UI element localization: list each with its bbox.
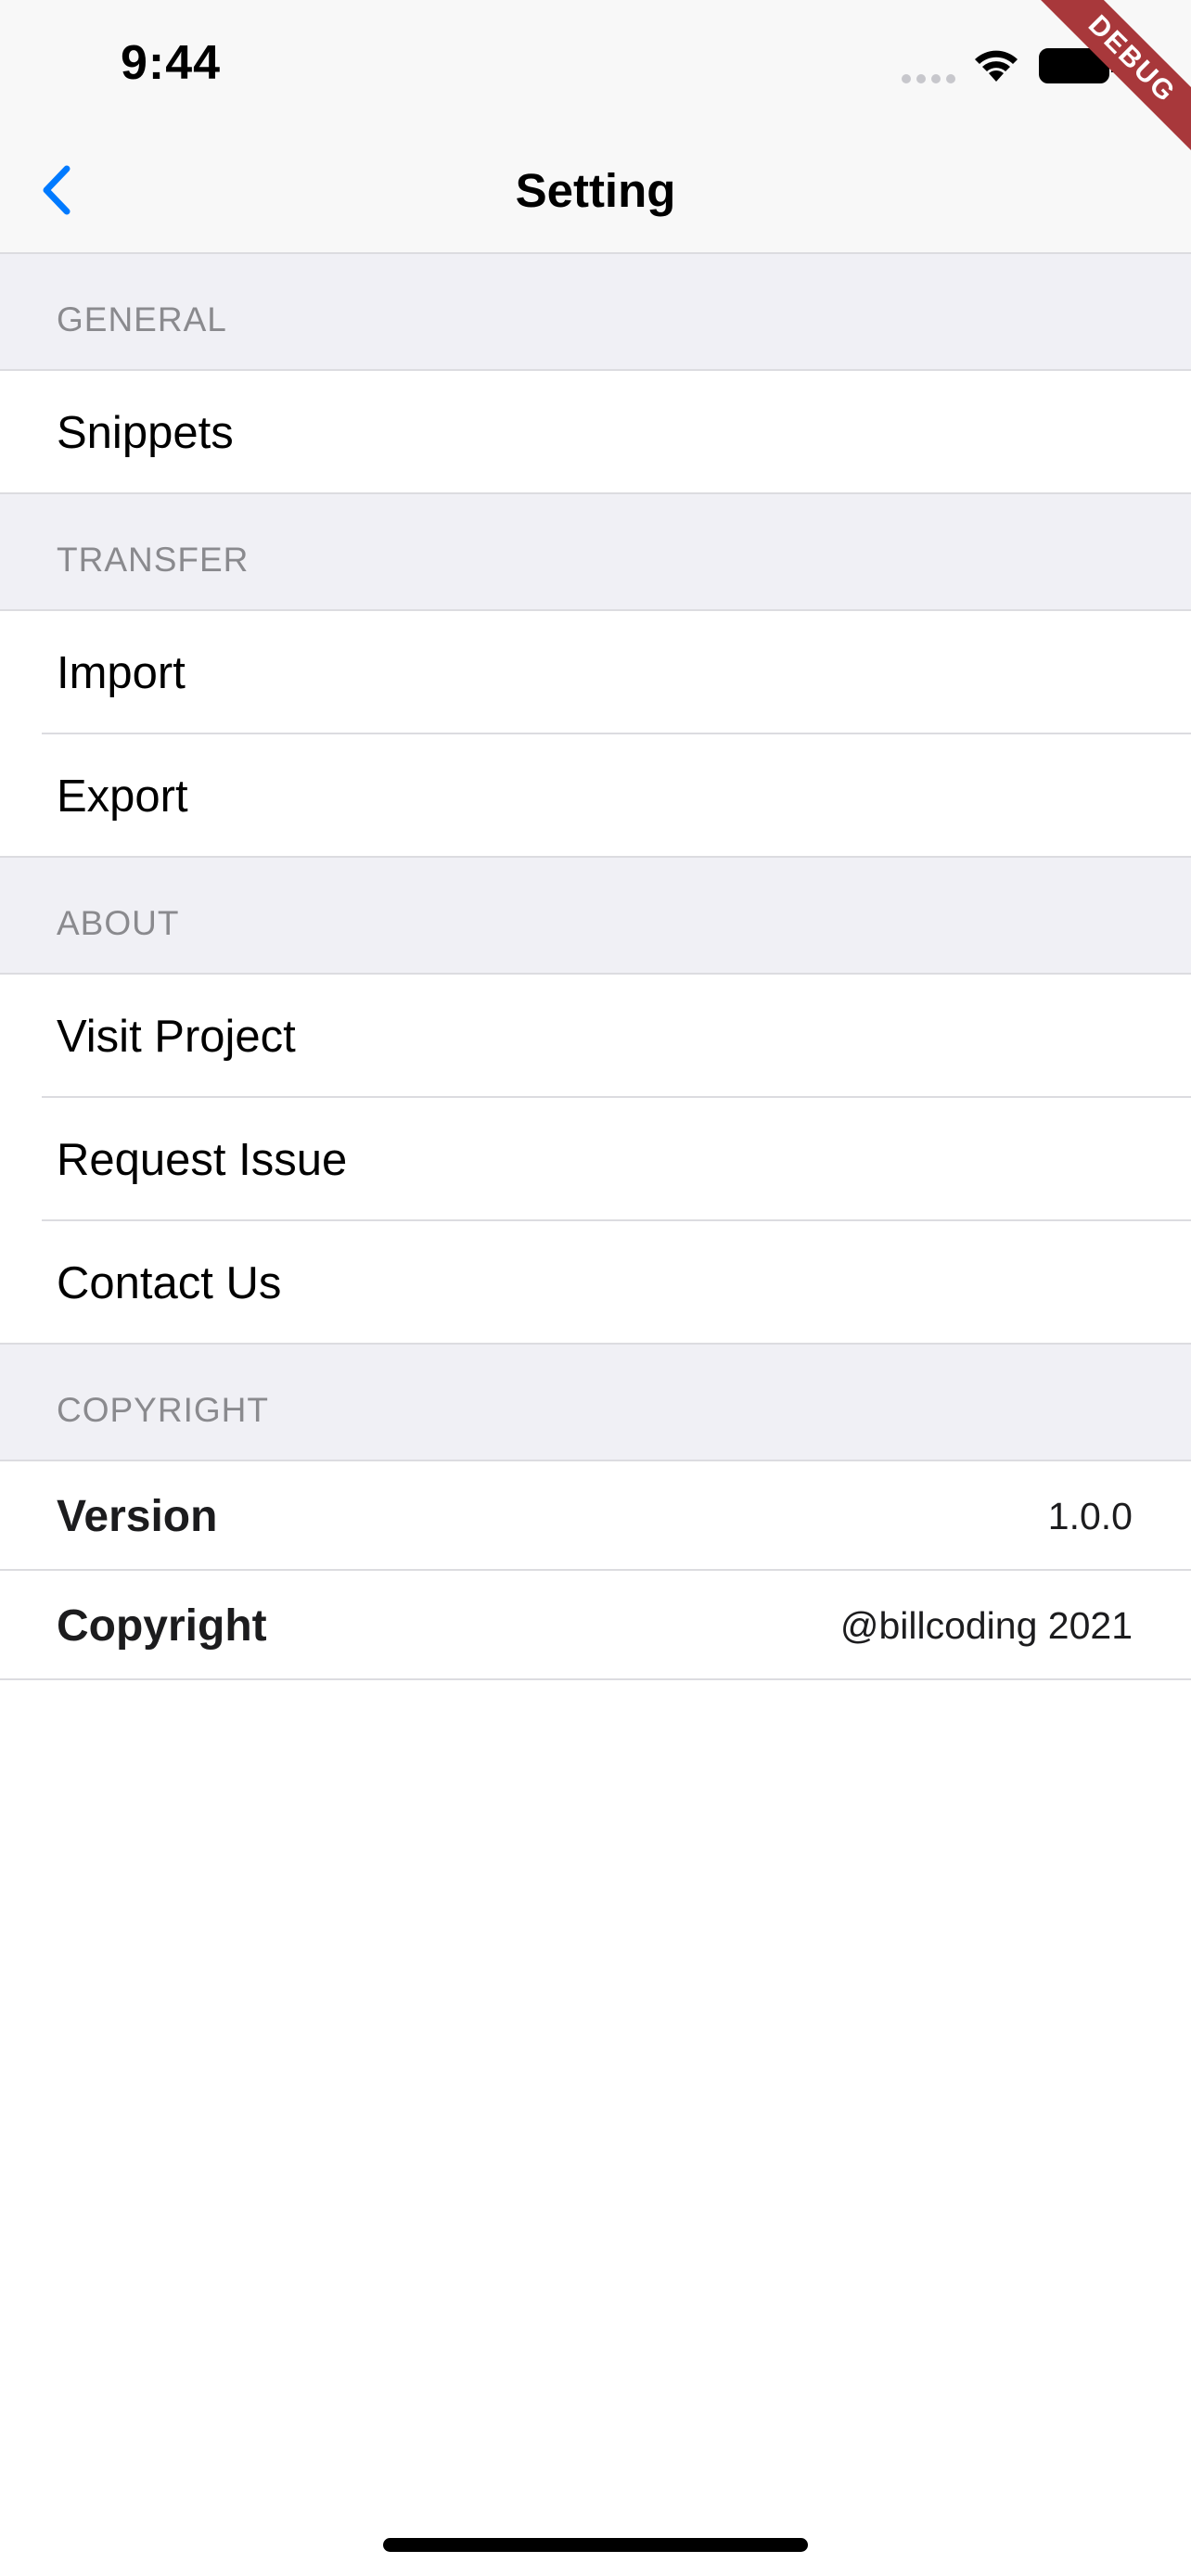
status-bar: 9:44 [0,0,1191,130]
section-header-general: GENERAL [0,254,1191,371]
info-label: Copyright [57,1600,267,1651]
section-header-copyright: COPYRIGHT [0,1345,1191,1461]
list-item-label: Visit Project [57,1011,296,1062]
list-item-snippets[interactable]: Snippets [0,371,1191,494]
info-label: Version [57,1491,218,1541]
settings-list: GENERAL Snippets TRANSFER Import Export … [0,254,1191,1680]
list-item-request-issue[interactable]: Request Issue [0,1098,1191,1221]
list-item-label: Request Issue [57,1134,348,1185]
list-item-import[interactable]: Import [0,611,1191,734]
info-value: @billcoding 2021 [839,1603,1133,1647]
wifi-icon [975,50,1018,82]
list-item-label: Import [57,647,186,698]
info-row-copyright: Copyright @billcoding 2021 [0,1571,1191,1680]
info-value: 1.0.0 [1047,1494,1133,1537]
list-item-label: Contact Us [57,1257,282,1308]
status-time: 9:44 [121,36,222,90]
page-title: Setting [515,164,676,217]
cellular-signal-icon [902,74,955,83]
settings-screen: 9:44 Setting DEBUG GENERAL Snippets TRAN… [0,0,1191,2576]
chevron-left-icon [43,165,70,215]
back-button[interactable] [28,158,93,223]
list-item-visit-project[interactable]: Visit Project [0,975,1191,1098]
navigation-bar: Setting [0,130,1191,254]
list-item-export[interactable]: Export [0,734,1191,858]
section-header-transfer: TRANSFER [0,494,1191,611]
battery-icon [1039,48,1116,83]
list-item-contact-us[interactable]: Contact Us [0,1221,1191,1345]
home-indicator[interactable] [383,2538,808,2552]
section-header-about: ABOUT [0,858,1191,975]
list-item-label: Export [57,771,188,822]
divider [0,1343,1191,1345]
info-row-version: Version 1.0.0 [0,1461,1191,1571]
divider [0,492,1191,494]
divider [0,1678,1191,1680]
list-item-label: Snippets [57,407,234,458]
divider [0,856,1191,858]
